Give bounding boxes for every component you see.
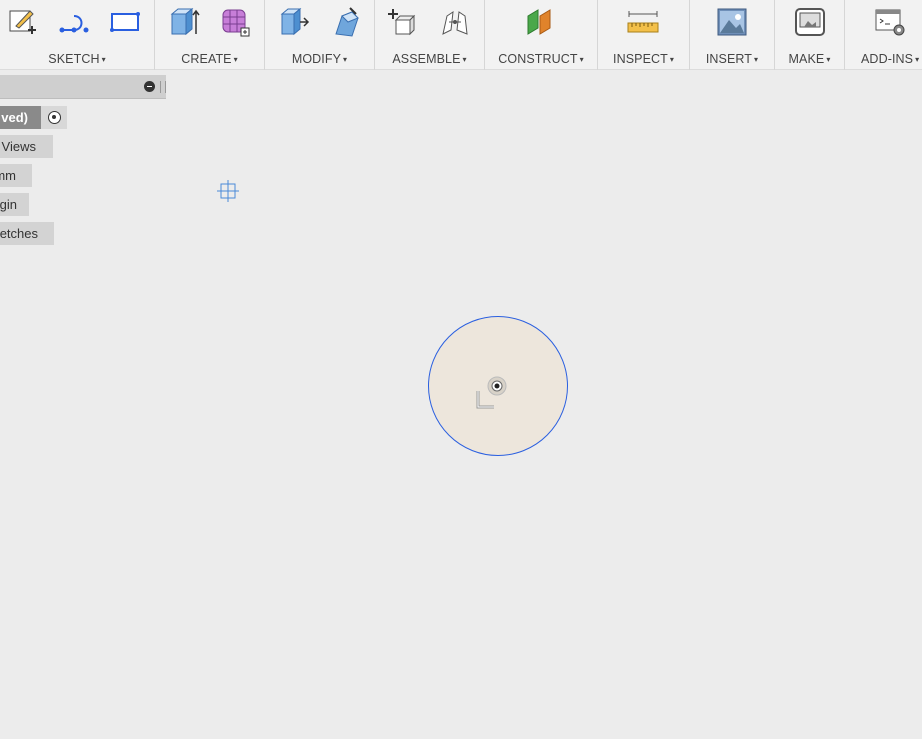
cursor-crosshair-icon: [217, 180, 239, 207]
modify-group: MODIFY ▾: [265, 0, 375, 70]
browser-root-item[interactable]: ved): [0, 106, 41, 129]
toolbar: SKETCH ▾ CREATE ▾ MODIFY ▾ ASSEMBLE ▾ CO…: [0, 0, 922, 70]
addins-group: ADD-INS ▾: [845, 0, 922, 70]
inspect-group: INSPECT ▾: [598, 0, 690, 70]
insert-group: INSERT ▾: [690, 0, 775, 70]
browser-item-sketches[interactable]: etches: [0, 222, 54, 245]
construct-group: CONSTRUCT ▾: [485, 0, 598, 70]
chevron-down-icon: ▾: [754, 55, 759, 64]
browser-item-origin[interactable]: gin: [0, 193, 29, 216]
joint-icon[interactable]: [438, 5, 472, 39]
chevron-down-icon: ▾: [579, 55, 584, 64]
browser-item-units[interactable]: mm: [0, 164, 32, 187]
assemble-group: ASSEMBLE ▾: [375, 0, 485, 70]
sketch-group-label[interactable]: SKETCH ▾: [0, 52, 154, 66]
browser-item-label: etches: [0, 226, 38, 241]
box-extrude-icon[interactable]: [167, 5, 201, 39]
create-group-label[interactable]: CREATE ▾: [155, 52, 264, 66]
new-component-icon[interactable]: [385, 5, 419, 39]
insert-image-icon[interactable]: [715, 5, 749, 39]
fillet-icon[interactable]: [329, 5, 363, 39]
browser-item-label: mm: [0, 168, 16, 183]
make-group: MAKE ▾: [775, 0, 845, 70]
browser-header: [0, 75, 166, 99]
chevron-down-icon: ▾: [826, 55, 831, 64]
inspect-group-label[interactable]: INSPECT ▾: [598, 52, 689, 66]
line-spline-icon[interactable]: [57, 5, 91, 39]
circle-center-point-icon[interactable]: [486, 376, 508, 403]
scripts-addins-icon[interactable]: [873, 5, 907, 39]
measure-icon[interactable]: [626, 5, 660, 39]
make-group-label[interactable]: MAKE ▾: [775, 52, 844, 66]
press-pull-icon[interactable]: [277, 5, 311, 39]
chevron-down-icon: ▾: [915, 55, 920, 64]
chevron-down-icon: ▾: [343, 55, 348, 64]
addins-group-label[interactable]: ADD-INS ▾: [861, 52, 922, 66]
form-mesh-icon[interactable]: [218, 5, 252, 39]
rectangle-icon[interactable]: [108, 5, 142, 39]
chevron-down-icon: ▾: [101, 55, 106, 64]
chevron-down-icon: ▾: [669, 55, 674, 64]
activate-component-toggle[interactable]: [41, 106, 67, 129]
create-sketch-icon[interactable]: [5, 5, 39, 39]
radio-icon: [48, 111, 61, 124]
assemble-group-label[interactable]: ASSEMBLE ▾: [375, 52, 484, 66]
sketch-group: SKETCH ▾: [0, 0, 155, 70]
browser-item-named-views[interactable]: Views: [0, 135, 53, 158]
insert-group-label[interactable]: INSERT ▾: [690, 52, 774, 66]
offset-plane-icon[interactable]: [523, 5, 557, 39]
chevron-down-icon: ▾: [233, 55, 238, 64]
collapse-panel-button[interactable]: [144, 81, 155, 92]
construct-group-label[interactable]: CONSTRUCT ▾: [485, 52, 597, 66]
browser-root-label: ved): [1, 110, 28, 125]
modify-group-label[interactable]: MODIFY ▾: [265, 52, 374, 66]
browser-item-label: Views: [1, 139, 36, 154]
3d-print-icon[interactable]: [793, 5, 827, 39]
browser-item-label: gin: [0, 197, 17, 212]
chevron-down-icon: ▾: [462, 55, 467, 64]
panel-grip-icon[interactable]: [160, 81, 166, 93]
create-group: CREATE ▾: [155, 0, 265, 70]
